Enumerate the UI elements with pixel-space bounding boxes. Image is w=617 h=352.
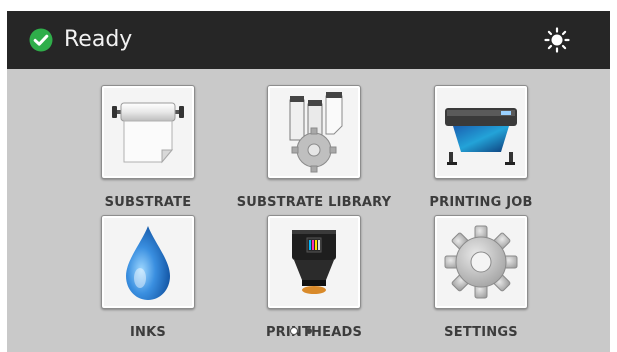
substrate-library-label: SUBSTRATE LIBRARY (236, 195, 392, 210)
inks-tile[interactable] (101, 215, 195, 309)
gear-icon (444, 225, 518, 299)
substrate-library-tile[interactable] (267, 85, 361, 179)
settings-tile[interactable] (434, 215, 528, 309)
substrate-library-icon (289, 92, 343, 173)
status-text: Ready (64, 27, 133, 52)
printhead-icon (292, 230, 336, 294)
substrate-tile[interactable] (101, 85, 195, 179)
printer-home-screen: Ready SUBSTRATE SUBSTRATE LIBRARY PRINTI… (7, 11, 610, 352)
printing-job-tile[interactable] (434, 85, 528, 179)
page-dot-next[interactable] (306, 328, 312, 334)
check-circle-icon (29, 28, 53, 52)
page-indicator[interactable] (288, 327, 328, 338)
printer-icon (445, 108, 517, 165)
brightness-icon[interactable] (544, 27, 570, 53)
settings-label: SETTINGS (444, 325, 518, 340)
home-tile-grid: SUBSTRATE SUBSTRATE LIBRARY PRINTING JOB… (7, 69, 610, 352)
printing-job-label: PRINTING JOB (429, 195, 533, 210)
status-bar: Ready (7, 11, 610, 69)
ink-drop-icon (126, 226, 170, 300)
page-dot-current[interactable] (290, 327, 298, 335)
inks-label: INKS (130, 325, 166, 340)
substrate-roll-icon (112, 102, 184, 164)
substrate-label: SUBSTRATE (104, 195, 192, 210)
printheads-tile[interactable] (267, 215, 361, 309)
